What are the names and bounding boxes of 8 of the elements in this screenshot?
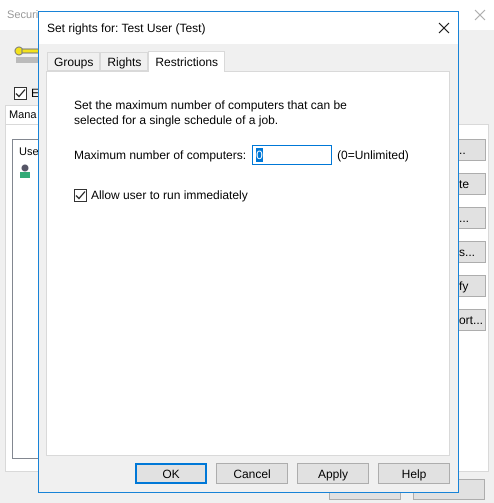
column-header: Use (19, 146, 39, 158)
field-hint: (0=Unlimited) (337, 148, 409, 162)
dialog-title: Set rights for: Test User (Test) (47, 21, 206, 35)
window-title: Securi (7, 9, 38, 21)
checkbox-label: E (31, 86, 40, 100)
checkbox-label: Allow user to run immediately (91, 188, 248, 202)
description-text: Set the maximum number of computers that can be selected for a single schedule of a job. (74, 98, 348, 128)
field-label: Maximum number of computers: (74, 148, 246, 162)
